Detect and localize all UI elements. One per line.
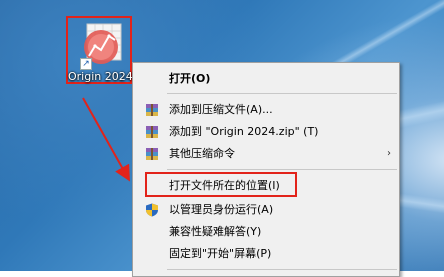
annotation-arrow-icon [82, 97, 130, 182]
